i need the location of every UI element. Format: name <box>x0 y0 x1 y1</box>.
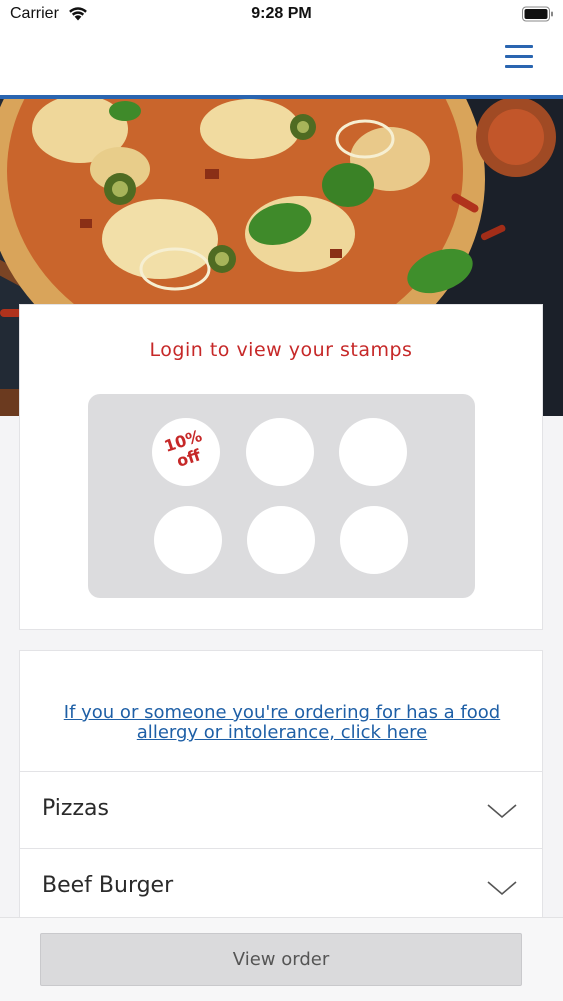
menu-line <box>505 45 533 48</box>
stamp-5 <box>247 506 315 574</box>
menu-line <box>505 65 533 68</box>
battery-icon <box>522 6 553 22</box>
nav-bar <box>0 30 563 95</box>
chevron-down-icon <box>487 881 517 896</box>
stamps-login-prompt[interactable]: Login to view your stamps <box>20 339 542 361</box>
stamp-6 <box>340 506 408 574</box>
clock: 9:28 PM <box>251 5 312 22</box>
stamp-reward-label: 10% off <box>161 426 205 471</box>
category-label: Pizzas <box>42 796 109 821</box>
hamburger-menu-icon[interactable] <box>503 42 537 72</box>
allergy-info-link[interactable]: If you or someone you're ordering for ha… <box>40 703 524 743</box>
status-bar: Carrier 9:28 PM <box>0 0 563 30</box>
stamp-2 <box>246 418 314 486</box>
category-row-beef-burger[interactable]: Beef Burger <box>20 848 542 926</box>
chevron-down-icon <box>487 804 517 819</box>
stamp-1: 10% off <box>152 418 220 486</box>
menu-line <box>505 55 533 58</box>
menu-card: If you or someone you're ordering for ha… <box>19 650 543 930</box>
stamp-grid: 10% off <box>88 394 475 598</box>
footer-bar: View order <box>0 917 563 1001</box>
stamp-4 <box>154 506 222 574</box>
view-order-button[interactable]: View order <box>40 933 522 986</box>
stamp-card: Login to view your stamps 10% off <box>19 304 543 630</box>
stamp-3 <box>339 418 407 486</box>
category-row-pizzas[interactable]: Pizzas <box>20 771 542 849</box>
category-label: Beef Burger <box>42 873 174 898</box>
